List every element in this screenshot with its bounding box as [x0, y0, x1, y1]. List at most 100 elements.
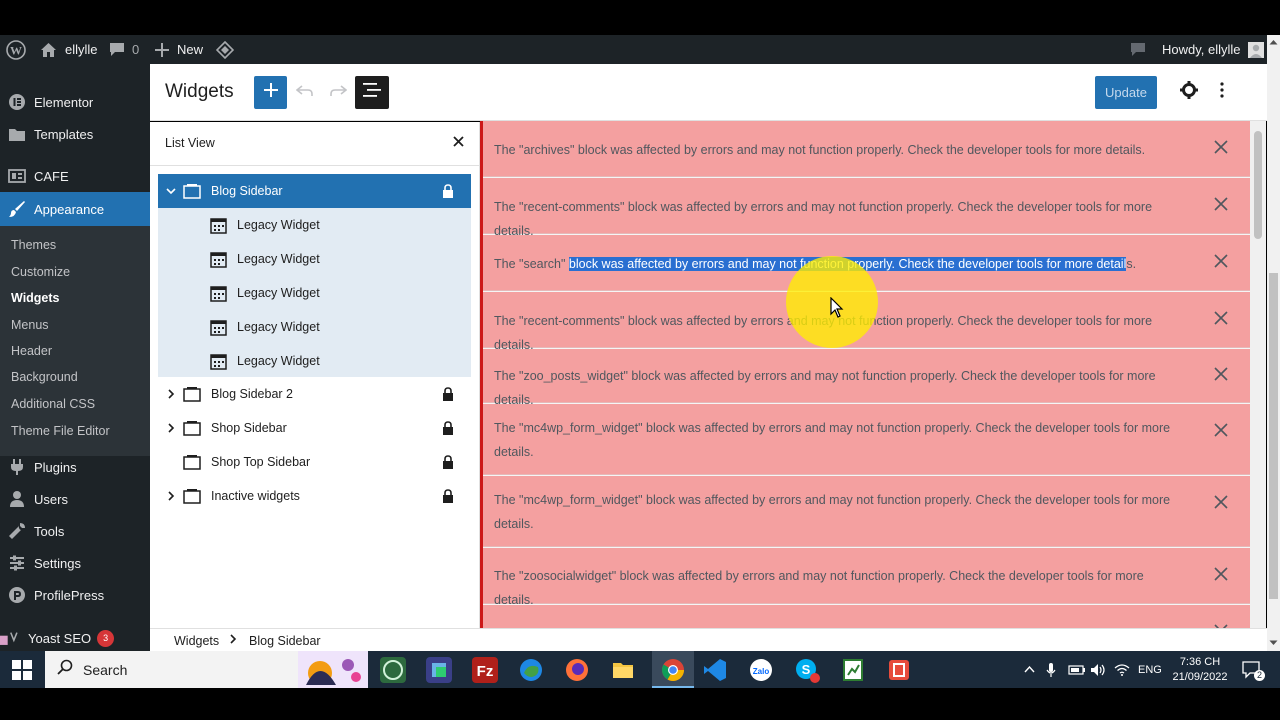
- comments-count: 0: [132, 42, 140, 57]
- dismiss-error-button[interactable]: [1213, 310, 1229, 328]
- notification-center-button[interactable]: 2: [1242, 651, 1266, 688]
- dismiss-error-button[interactable]: [1213, 139, 1229, 157]
- submenu-item-themes[interactable]: Themes: [11, 238, 56, 252]
- breadcrumb-item[interactable]: Widgets: [174, 634, 219, 648]
- chevron-right-icon[interactable]: [165, 387, 177, 401]
- sidebar-item-plugins[interactable]: Plugins: [0, 451, 150, 483]
- breadcrumb-item[interactable]: Blog Sidebar: [249, 634, 321, 648]
- file-explorer-icon[interactable]: [610, 657, 636, 683]
- scroll-down-icon[interactable]: [1269, 640, 1278, 646]
- spreadsheet-app-icon[interactable]: [840, 657, 866, 683]
- site-name: ellylle: [65, 42, 98, 57]
- list-item-shop-sidebar[interactable]: Shop Sidebar: [158, 411, 471, 445]
- add-block-button[interactable]: [254, 76, 287, 109]
- error-notice-partial[interactable]: [483, 605, 1250, 628]
- list-view-icon: [363, 82, 381, 103]
- undo-button[interactable]: [289, 76, 321, 109]
- error-notice[interactable]: The "archives" block was affected by err…: [483, 121, 1250, 177]
- chevron-down-icon[interactable]: [165, 184, 177, 198]
- sidebar-item-appearance[interactable]: Appearance: [0, 192, 150, 226]
- sidebar-item-tools[interactable]: Tools: [0, 515, 150, 547]
- list-item-legacy-widget[interactable]: Legacy Widget: [158, 208, 471, 242]
- settings-button[interactable]: [1177, 80, 1201, 104]
- submenu-item-theme-file-editor[interactable]: Theme File Editor: [11, 424, 110, 438]
- language-indicator[interactable]: ENG: [1138, 651, 1162, 688]
- error-notice[interactable]: The "mc4wp_form_widget" block was affect…: [483, 404, 1250, 475]
- list-item-legacy-widget[interactable]: Legacy Widget: [158, 310, 471, 344]
- list-item-legacy-widget[interactable]: Legacy Widget: [158, 276, 471, 310]
- list-item-label: Shop Top Sidebar: [211, 455, 311, 469]
- clock[interactable]: 7:36 CH 21/09/2022: [1170, 651, 1230, 688]
- sidebar-item-users[interactable]: Users: [0, 483, 150, 515]
- error-notice[interactable]: The "recent-comments" block was affected…: [483, 178, 1250, 238]
- taskbar-app-icon[interactable]: [886, 657, 912, 683]
- sidebar-item-templates[interactable]: Templates: [0, 118, 150, 150]
- volume-icon[interactable]: [1090, 651, 1107, 688]
- update-button[interactable]: Update: [1095, 76, 1157, 109]
- filezilla-icon[interactable]: Fz: [472, 657, 498, 683]
- error-notice[interactable]: The "zoosocialwidget" block was affected…: [483, 548, 1250, 607]
- sidebar-item-cafe[interactable]: CAFE: [0, 160, 150, 192]
- site-name-link[interactable]: ellylle: [40, 35, 98, 64]
- skype-icon[interactable]: S: [794, 657, 820, 683]
- microphone-icon[interactable]: [1046, 651, 1056, 688]
- list-item-blog-sidebar-2[interactable]: Blog Sidebar 2: [158, 377, 471, 411]
- list-item-legacy-widget[interactable]: Legacy Widget: [158, 344, 471, 378]
- submenu-item-header[interactable]: Header: [11, 344, 52, 358]
- zalo-icon[interactable]: Zalo: [748, 657, 774, 683]
- taskbar-app-icon[interactable]: [426, 657, 452, 683]
- account-menu[interactable]: Howdy, ellylle: [1162, 35, 1264, 64]
- list-item-blog-sidebar[interactable]: Blog Sidebar: [158, 174, 471, 208]
- submenu-item-widgets[interactable]: Widgets: [11, 291, 60, 305]
- svg-text:S: S: [802, 662, 811, 677]
- taskbar-search-box[interactable]: Search: [45, 651, 368, 688]
- chevron-right-icon[interactable]: [165, 489, 177, 503]
- sidebar-item-yoast-seo[interactable]: Yoast SEO 3: [0, 622, 150, 651]
- dismiss-error-button[interactable]: [1213, 422, 1229, 440]
- page-scrollbar[interactable]: [1267, 35, 1280, 651]
- options-button[interactable]: [1212, 80, 1232, 104]
- dismiss-error-button[interactable]: [1213, 566, 1229, 584]
- dismiss-error-button[interactable]: [1213, 196, 1229, 214]
- submenu-item-customize[interactable]: Customize: [11, 265, 70, 279]
- canvas-scrollbar-thumb[interactable]: [1254, 131, 1262, 239]
- redo-button[interactable]: [322, 76, 354, 109]
- submenu-item-additional-css[interactable]: Additional CSS: [11, 397, 95, 411]
- windows-start-icon[interactable]: [12, 660, 32, 680]
- close-icon: [1214, 494, 1228, 514]
- sidebar-item-settings[interactable]: Settings: [0, 547, 150, 579]
- diamond-icon[interactable]: [216, 35, 234, 64]
- sidebar-item-profilepress[interactable]: ProfilePress: [0, 579, 150, 611]
- show-hidden-icons[interactable]: [1024, 651, 1035, 688]
- firefox-icon[interactable]: [564, 657, 590, 683]
- canvas-scrollbar[interactable]: [1250, 121, 1266, 628]
- taskbar-app-icon[interactable]: [380, 657, 406, 683]
- breadcrumb: Widgets Blog Sidebar: [150, 628, 1267, 651]
- sidebar-item-elementor[interactable]: Elementor: [0, 86, 150, 118]
- list-item-shop-top-sidebar[interactable]: Shop Top Sidebar: [158, 445, 471, 479]
- dismiss-error-button[interactable]: [1213, 366, 1229, 384]
- new-content-link[interactable]: New: [155, 35, 203, 64]
- error-notice[interactable]: The "mc4wp_form_widget" block was affect…: [483, 476, 1250, 547]
- list-item-legacy-widget[interactable]: Legacy Widget: [158, 242, 471, 276]
- submenu-item-background[interactable]: Background: [11, 370, 78, 384]
- vscode-icon[interactable]: [702, 657, 728, 683]
- error-notice[interactable]: The "zoo_posts_widget" block was affecte…: [483, 349, 1250, 407]
- chrome-icon[interactable]: [652, 651, 694, 688]
- page-scrollbar-thumb[interactable]: [1269, 273, 1278, 599]
- wifi-icon[interactable]: [1114, 651, 1130, 688]
- list-view-toggle-button[interactable]: [355, 76, 389, 109]
- chevron-right-icon[interactable]: [165, 421, 177, 435]
- notification-icon[interactable]: [1130, 35, 1146, 64]
- submenu-item-menus[interactable]: Menus: [11, 318, 49, 332]
- comments-link[interactable]: 0: [109, 35, 139, 64]
- dismiss-error-button[interactable]: [1213, 494, 1229, 514]
- widget-canvas[interactable]: The "archives" block was affected by err…: [480, 121, 1250, 628]
- dismiss-error-button[interactable]: [1213, 253, 1229, 271]
- scroll-up-icon[interactable]: [1269, 39, 1278, 45]
- battery-icon[interactable]: [1068, 651, 1086, 688]
- close-list-view-button[interactable]: [450, 135, 466, 151]
- list-item-inactive-widgets[interactable]: Inactive widgets: [158, 479, 471, 513]
- wordpress-logo-icon[interactable]: W: [6, 35, 26, 64]
- edge-browser-icon[interactable]: [518, 657, 544, 683]
